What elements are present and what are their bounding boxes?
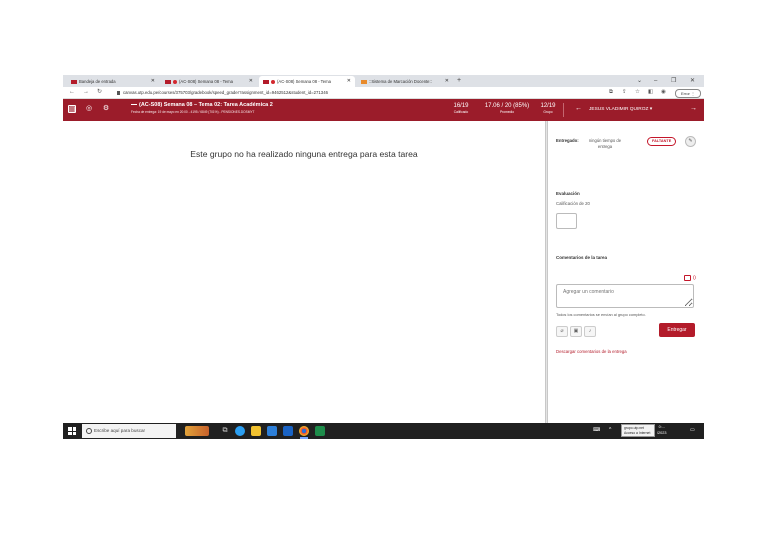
gear-icon[interactable]: ⚙ [102,105,110,113]
evaluation-heading: Evaluación [556,191,580,196]
windows-taskbar: Escribe aquí para buscar ⧉ ⌨ ^ ▭ [63,423,704,439]
network-tooltip: grupo.utp.net Acceso a Internet [621,424,655,437]
canvas-icon [263,79,269,84]
notification-icon[interactable]: ▭ [690,427,695,433]
error-button[interactable]: Error ⋮ [675,89,701,98]
status-badge: FALTANTE [647,137,677,146]
close-icon[interactable]: ✕ [347,76,351,87]
file-explorer-icon[interactable] [251,426,261,436]
download-comments-link[interactable]: Descargar comentarios de la entrega [556,349,627,354]
record-icon [173,79,177,84]
mail-app-icon[interactable] [283,426,293,436]
browser-window: Bandeja de entrada ✕ (AC-S08) Semana 08 … [63,75,704,439]
comment-input[interactable] [556,284,694,308]
next-student-button[interactable]: → [690,104,697,114]
site-icon [361,79,367,84]
grading-sidebar: Entregado: ningún tiempo de entrega FALT… [549,121,704,423]
tab-inbox[interactable]: Bandeja de entrada ✕ [67,76,159,87]
microphone-icon[interactable]: ♪ [584,326,596,337]
tab-course-1[interactable]: (AC-S08) Semana 08 - Tema ✕ [161,76,257,87]
submit-comment-button[interactable]: Entregar [659,323,695,337]
taskbar-clock[interactable]: 0:... /2023 [657,424,667,436]
forward-icon[interactable]: → [83,87,89,98]
tab-marcacion[interactable]: ::Sistema de Marcación Docente:: ✕ [357,76,453,87]
close-window-button[interactable]: ✕ [690,75,695,87]
store-icon[interactable] [267,426,277,436]
gradebook-icon[interactable]: ▤ [68,105,76,113]
chevron-down-icon: ▾ [649,107,653,112]
stat-graded: 16/19 Calificado [453,103,469,114]
lock-icon [117,90,120,95]
submitted-label: Entregado: [556,138,579,143]
speedgrader-header: ▤ ◎ ⚙ (AC-S08) Semana 08 – Tema 02: Tare… [63,99,704,121]
tab-course-2[interactable]: (AC-S08) Semana 08 - Tema ✕ [259,76,355,87]
install-icon[interactable]: ⧉ [609,87,613,98]
close-icon[interactable]: ✕ [249,76,253,87]
group-comment-note: Todos los comentarios se envían al grupo… [556,312,646,317]
comment-icon [684,275,691,281]
excel-icon[interactable] [315,426,325,436]
stat-group: 12/19 Grupo [540,103,556,114]
star-icon[interactable]: ☆ [635,87,640,98]
maximize-button[interactable]: ❐ [671,75,676,87]
comment-count: 0 [684,275,696,281]
minimize-button[interactable]: – [654,75,657,87]
tab-bar: Bandeja de entrada ✕ (AC-S08) Semana 08 … [63,75,704,87]
tab-search-icon[interactable]: ⌄ [637,75,642,87]
chrome-icon[interactable] [299,426,309,436]
eye-icon[interactable]: ◎ [85,105,93,113]
pencil-icon[interactable]: ✎ [685,136,696,147]
keyboard-icon[interactable]: ⌨ [593,427,600,433]
edge-icon[interactable] [235,426,245,436]
task-view-icon[interactable]: ⧉ [220,426,230,436]
submitted-value: ningún tiempo de entrega [588,138,622,149]
new-tab-button[interactable]: + [457,76,461,86]
grade-input[interactable] [556,213,577,229]
profile-icon[interactable]: ◉ [661,87,666,98]
reload-icon[interactable]: ↻ [97,87,102,98]
due-date: Fecha de entrega: 19 de mayo en 20:00 - … [131,110,255,114]
media-icon[interactable]: ▣ [570,326,582,337]
address-bar: ← → ↻ canvas.utp.edu.pe/courses/375703/g… [63,87,704,99]
submission-view: Este grupo no ha realizado ninguna entre… [63,121,545,423]
student-selector[interactable]: JESUS VLADIMIR QUIROZ ▾ [589,107,652,112]
header-separator [563,103,564,117]
canvas-icon [165,79,171,84]
menu-icon [131,104,137,106]
no-submission-message: Este grupo no ha realizado ninguna entre… [190,149,418,159]
taskbar-search[interactable]: Escribe aquí para buscar [82,424,176,438]
resize-handle[interactable] [545,121,548,423]
course-title[interactable]: (AC-S08) Semana 08 – Tema 02: Tarea Acad… [131,102,273,108]
news-widget-icon[interactable] [185,426,209,436]
close-icon[interactable]: ✕ [151,76,155,87]
share-icon[interactable]: ⇪ [622,87,627,98]
mail-icon [71,79,77,84]
windows-start-icon[interactable] [68,427,76,435]
active-app-indicator [300,437,308,439]
sidepanel-icon[interactable]: ◧ [648,87,653,98]
record-icon [271,79,275,84]
url-field[interactable]: canvas.utp.edu.pe/courses/375703/gradebo… [117,88,328,97]
grade-label: Calificación de 20 [556,201,590,206]
stat-average: 17.06 / 20 (85%) Promedio [484,103,530,114]
comments-heading: Comentarios de la tarea [556,255,608,260]
close-icon[interactable]: ✕ [445,76,449,87]
search-icon [86,428,92,434]
back-icon[interactable]: ← [69,87,75,98]
tray-chevron-icon[interactable]: ^ [609,427,611,433]
attach-icon[interactable]: ⌀ [556,326,568,337]
prev-student-button[interactable]: ← [575,104,582,114]
